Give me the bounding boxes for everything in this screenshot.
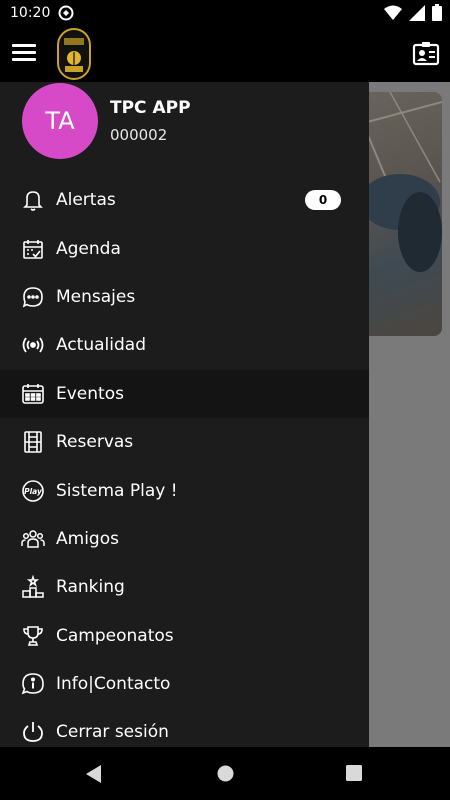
- drawer-menu: Alertas 0 Agenda Mensajes Actualidad Eve…: [0, 176, 369, 757]
- menu-label: Actualidad: [56, 335, 146, 356]
- status-time: 10:20: [10, 5, 51, 21]
- home-icon[interactable]: [217, 765, 234, 786]
- menu-label: Amigos: [56, 528, 119, 549]
- court-icon: [20, 429, 46, 455]
- calendar-grid-icon: [20, 381, 46, 407]
- wifi-icon: [384, 5, 402, 25]
- svg-text:Play: Play: [24, 487, 43, 496]
- profile-id: 000002: [110, 126, 168, 144]
- profile-name: TPC APP: [110, 98, 191, 118]
- bell-icon: [20, 187, 46, 213]
- menu-item-alertas[interactable]: Alertas 0: [0, 176, 369, 224]
- alerts-count-badge: 0: [305, 190, 341, 211]
- hamburger-icon[interactable]: [12, 44, 36, 64]
- menu-label: Mensajes: [56, 286, 136, 307]
- menu-label: Campeonatos: [56, 625, 174, 646]
- signal-icon: [409, 4, 425, 25]
- the-arena-logo[interactable]: [57, 28, 91, 80]
- avatar-initials: TA: [45, 107, 75, 135]
- menu-label: Eventos: [56, 383, 124, 404]
- menu-label: Info|Contacto: [56, 674, 171, 695]
- menu-item-amigos[interactable]: Amigos: [0, 515, 369, 563]
- app-bar: [0, 28, 450, 82]
- menu-label: Reservas: [56, 432, 134, 453]
- sync-icon: [58, 5, 74, 21]
- back-icon[interactable]: [86, 765, 102, 787]
- menu-item-agenda[interactable]: Agenda: [0, 224, 369, 272]
- menu-label: Sistema Play !: [56, 480, 178, 501]
- menu-label: Alertas: [56, 190, 116, 211]
- menu-label: Agenda: [56, 238, 121, 259]
- play-badge-icon: Play: [20, 478, 46, 504]
- menu-label: Ranking: [56, 577, 125, 598]
- calendar-check-icon: [20, 236, 46, 262]
- profile-header[interactable]: TA TPC APP 000002: [0, 82, 369, 172]
- menu-item-eventos[interactable]: Eventos: [0, 369, 369, 418]
- power-icon: [20, 719, 46, 745]
- chat-bubble-icon: [20, 284, 46, 310]
- battery-icon: [432, 4, 442, 25]
- navigation-drawer: TA TPC APP 000002 Alertas 0 Agenda Mensa…: [0, 82, 369, 747]
- menu-item-actualidad[interactable]: Actualidad: [0, 321, 369, 369]
- menu-item-ranking[interactable]: Ranking: [0, 563, 369, 611]
- menu-item-info-contacto[interactable]: Info|Contacto: [0, 660, 369, 708]
- menu-item-reservas[interactable]: Reservas: [0, 418, 369, 466]
- menu-item-sistema-play[interactable]: Play Sistema Play !: [0, 466, 369, 514]
- avatar[interactable]: TA: [22, 83, 98, 159]
- trophy-icon: [20, 623, 46, 649]
- menu-item-mensajes[interactable]: Mensajes: [0, 273, 369, 321]
- info-icon: [20, 671, 46, 697]
- recents-icon[interactable]: [346, 765, 362, 785]
- group-icon: [20, 526, 46, 552]
- broadcast-icon: [20, 332, 46, 358]
- podium-icon: [20, 574, 46, 600]
- menu-label: Cerrar sesión: [56, 722, 169, 743]
- menu-item-campeonatos[interactable]: Campeonatos: [0, 612, 369, 660]
- status-bar: 10:20: [0, 0, 450, 28]
- system-nav-bar: [0, 747, 450, 800]
- id-card-icon[interactable]: [412, 40, 440, 68]
